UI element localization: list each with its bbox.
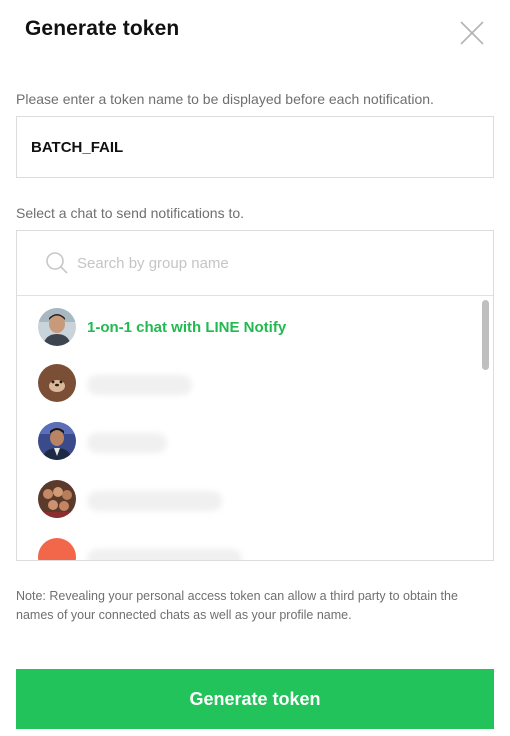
blurred-chat-name [87,433,167,453]
chat-item[interactable] [17,355,477,411]
blurred-chat-name [87,549,242,560]
generate-token-dialog: Generate token Please enter a token name… [0,0,510,736]
person-photo-avatar [38,308,76,346]
token-name-input[interactable] [16,116,494,178]
group-search-input[interactable] [77,249,457,277]
chat-item[interactable] [17,471,477,527]
search-icon [46,252,68,274]
scrollbar-thumb[interactable] [482,300,489,370]
search-row [17,231,493,296]
person-suit-avatar [38,422,76,460]
chat-select-box: 1-on-1 chat with LINE Notify [16,230,494,561]
brown-bear-avatar [38,364,76,402]
close-icon [460,21,484,45]
blurred-chat-name [87,491,222,511]
chat-item-line-notify[interactable]: 1-on-1 chat with LINE Notify [17,299,477,355]
orange-avatar [38,538,76,560]
close-button[interactable] [458,19,486,47]
chat-item[interactable] [17,413,477,469]
blurred-chat-name [87,375,192,395]
token-name-label: Please enter a token name to be displaye… [16,91,434,107]
chat-item-name: 1-on-1 chat with LINE Notify [87,319,287,336]
group-photo-avatar [38,480,76,518]
chat-select-label: Select a chat to send notifications to. [16,205,245,221]
dialog-title: Generate token [25,17,180,40]
chat-list: 1-on-1 chat with LINE Notify [17,297,493,560]
generate-token-button[interactable]: Generate token [16,669,494,729]
chat-item[interactable] [17,529,477,560]
privacy-note: Note: Revealing your personal access tok… [16,589,458,622]
